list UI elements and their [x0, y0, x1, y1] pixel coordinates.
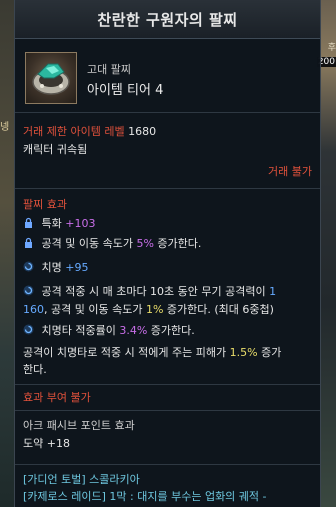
lock-icon	[25, 237, 32, 248]
tooltip-header: 찬란한 구원자의 팔찌	[15, 0, 320, 39]
effect-suffix: 증가한다.	[150, 324, 195, 337]
effect-name: 특화	[41, 217, 62, 230]
bound-status: 캐릭터 귀속됨	[23, 143, 88, 156]
ark-passive-header: 아크 패시브 포인트 효과	[23, 419, 135, 432]
effect-row-weapon-line1: 공격 적중 시 매 초마다 10초 동안 무기 공격력이 1	[23, 284, 312, 300]
effect-value: +95	[65, 261, 89, 274]
effect-value: 3.4%	[119, 324, 148, 337]
effect-value: 1	[269, 285, 277, 298]
effect-row-crit-damage-line2: 한다.	[23, 363, 47, 376]
divider	[15, 384, 320, 385]
item-summary: 고대 팔찌 아이템 티어 4	[15, 39, 320, 107]
effect-text: , 공격 및 이동 속도가	[44, 303, 143, 316]
effect-text: 치명타 적중률이	[41, 324, 116, 337]
item-level-label: 거래 제한 아이템 레벨	[23, 125, 125, 138]
source-guardian: [가디언 토벌] 스콜라키아	[23, 473, 140, 486]
effect-text: 증가한다. (최대 6중첩)	[166, 303, 274, 316]
background-left: 넹	[0, 0, 14, 507]
background-right: 후 200	[316, 0, 336, 507]
effect-value: 1%	[145, 303, 164, 316]
effect-text: 공격 적중 시 매 초마다 10초 동안 무기 공격력이	[41, 285, 266, 298]
edge-label: 넹	[0, 122, 10, 133]
lock-icon	[25, 217, 32, 228]
ark-passive-value: 도약 +18	[23, 437, 70, 450]
effect-value: 1.5%	[229, 346, 258, 359]
effect-value: +103	[65, 217, 96, 230]
bracelet-icon	[25, 52, 77, 104]
effect-row-crit-rate: 치명타 적중률이 3.4% 증가한다.	[23, 323, 312, 339]
effect-text: 증가	[261, 346, 282, 359]
trade-status: 거래 불가	[268, 165, 312, 178]
source-raid: [카제로스 레이드] 1막 : 대지를 부수는 업화의 궤적 -	[23, 490, 267, 503]
effect-row-weapon-line2: 160, 공격 및 이동 속도가 1% 증가한다. (최대 6중첩)	[23, 302, 312, 318]
effect-value: 160	[23, 303, 44, 316]
item-tooltip: 찬란한 구원자의 팔찌 고대 팔찌 아이템 티어 4 거래 제한 아이템 레벨 …	[14, 0, 321, 507]
effect-row-crit-damage-line1: 공격이 치명타로 적중 시 적에게 주는 피해가 1.5% 증가	[23, 345, 312, 361]
swirl-icon	[23, 285, 34, 296]
effect-row-crit: 치명 +95	[23, 260, 312, 276]
item-tier: 아이템 티어 4	[87, 83, 164, 98]
divider	[15, 112, 320, 113]
item-level-line: 거래 제한 아이템 레벨 1680	[23, 124, 312, 140]
swirl-icon	[23, 324, 34, 335]
swirl-icon	[23, 261, 34, 272]
divider	[15, 464, 320, 465]
effect-text: 공격 및 이동 속도가	[41, 237, 133, 250]
item-title: 찬란한 구원자의 팔찌	[97, 10, 238, 29]
effect-row-specialization: 특화 +103	[23, 216, 312, 232]
edge-text: 후	[327, 43, 336, 53]
item-grade: 고대 팔찌	[87, 63, 131, 76]
effect-header: 팔찌 효과	[23, 198, 67, 211]
imprint-status: 효과 부여 불가	[23, 391, 91, 404]
effect-name: 치명	[41, 261, 62, 274]
item-level-value: 1680	[128, 125, 157, 138]
effect-value: 5%	[136, 237, 154, 250]
divider	[15, 188, 320, 189]
effect-suffix: 증가한다.	[157, 237, 202, 250]
divider	[15, 410, 320, 411]
effect-text: 공격이 치명타로 적중 시 적에게 주는 피해가	[23, 346, 227, 359]
effect-row-speed: 공격 및 이동 속도가 5% 증가한다.	[23, 236, 312, 252]
